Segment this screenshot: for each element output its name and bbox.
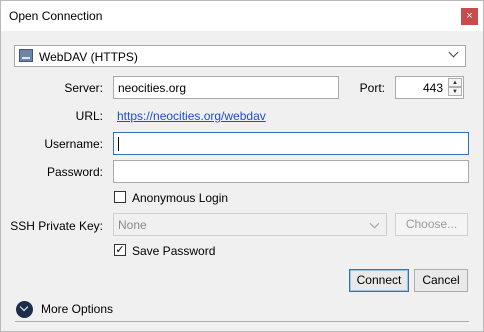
ssh-key-label: SSH Private Key: [10,219,103,233]
username-label: Username: [44,137,103,151]
window-title: Open Connection [9,9,103,23]
url-link[interactable]: https://neocities.org/webdav [117,109,266,123]
server-field[interactable]: neocities.org [113,76,339,99]
choose-key-button: Choose... [395,213,468,236]
text-caret [118,137,119,151]
checkmark-icon: ✓ [115,244,125,256]
port-stepper[interactable]: 443 ▲ ▼ [395,76,464,99]
dialog-content: WebDAV (HTTPS) Server: neocities.org Por… [1,31,483,331]
chevron-down-icon [448,47,459,58]
protocol-selected-label: WebDAV (HTTPS) [39,50,138,64]
open-connection-dialog: Open Connection × WebDAV (HTTPS) Server:… [0,0,484,332]
save-password-label: Save Password [132,244,216,258]
anonymous-login-checkbox[interactable] [114,191,126,203]
anonymous-login-label: Anonymous Login [132,191,229,205]
cancel-button[interactable]: Cancel [414,269,468,292]
port-value: 443 [422,81,443,95]
expand-chevron-icon[interactable] [16,301,33,318]
more-options-toggle[interactable]: More Options [41,302,113,316]
username-field[interactable] [113,132,469,155]
close-button[interactable]: × [461,8,478,25]
divider [15,321,469,322]
drive-icon [19,49,33,62]
ssh-key-dropdown: None [113,213,387,236]
password-field[interactable] [113,160,469,183]
password-label: Password: [46,165,103,179]
connect-button[interactable]: Connect [349,269,409,292]
title-bar[interactable]: Open Connection × [1,1,483,31]
port-increment-button[interactable]: ▲ [448,78,462,87]
server-label: Server: [64,81,103,95]
ssh-key-selected: None [118,218,147,232]
save-password-checkbox[interactable]: ✓ [114,244,126,256]
server-value: neocities.org [118,81,187,95]
chevron-down-icon [369,218,380,229]
port-decrement-button[interactable]: ▼ [448,87,462,96]
protocol-dropdown[interactable]: WebDAV (HTTPS) [14,45,466,67]
port-label: Port: [359,81,385,95]
url-label: URL: [75,109,103,123]
